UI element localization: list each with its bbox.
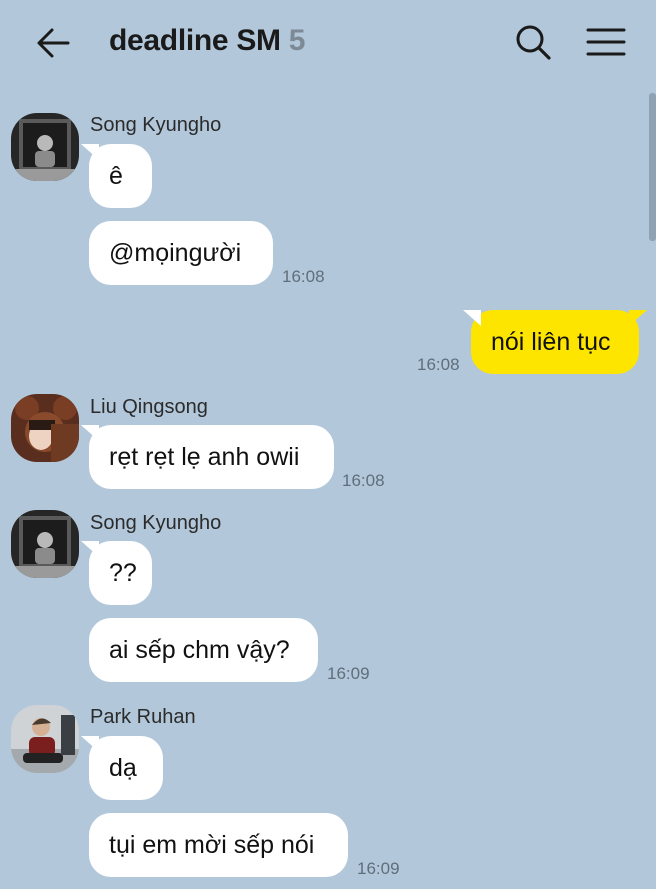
avatar-song-kyungho[interactable] <box>11 510 79 578</box>
message-bubble[interactable]: tụi em mời sếp nói <box>89 813 348 877</box>
chat-header: deadline SM 5 <box>0 0 656 88</box>
message-text: ê <box>109 162 123 190</box>
message-bubble[interactable]: ?? <box>81 541 152 605</box>
arrow-left-icon <box>37 28 70 58</box>
message-time: 16:09 <box>327 664 370 683</box>
message-text: ?? <box>109 559 137 587</box>
back-button[interactable] <box>30 22 76 64</box>
message-text: dạ <box>109 754 137 782</box>
message-bubble[interactable]: ê <box>81 144 152 208</box>
sender-name: Song Kyungho <box>90 512 222 534</box>
message-text: nói liên tục <box>491 328 611 356</box>
message-text: rẹt rẹt lẹ anh owii <box>109 443 300 471</box>
message-time: 16:08 <box>282 267 325 286</box>
avatar-song-kyungho[interactable] <box>11 113 79 181</box>
message-text: tụi em mời sếp nói <box>109 831 315 859</box>
message-text: ai sếp chm vậy? <box>109 636 290 664</box>
sender-name: Park Ruhan <box>90 706 196 728</box>
avatar-park-ruhan[interactable] <box>11 705 79 773</box>
sender-name: Song Kyungho <box>90 114 222 136</box>
search-icon <box>516 25 551 60</box>
message-time: 16:08 <box>417 355 460 374</box>
member-count: 5 <box>288 24 306 57</box>
message-bubble[interactable]: ai sếp chm vậy? <box>89 618 318 682</box>
menu-button[interactable] <box>583 22 629 62</box>
my-message-bubble[interactable]: nói liên tục <box>463 310 647 374</box>
hamburger-menu-icon <box>586 28 626 56</box>
message-text: @mọingười <box>109 239 242 267</box>
message-bubble[interactable]: @mọingười <box>89 221 273 285</box>
sender-name: Liu Qingsong <box>90 396 208 418</box>
scrollbar[interactable] <box>649 93 656 241</box>
message-bubble[interactable]: dạ <box>81 736 163 800</box>
avatar-liu-qingsong[interactable] <box>11 394 79 462</box>
message-time: 16:09 <box>357 859 400 878</box>
message-time: 16:08 <box>342 471 385 490</box>
chat-name: deadline SM <box>109 24 281 57</box>
search-button[interactable] <box>511 20 555 64</box>
chat-title: deadline SM 5 <box>109 24 305 58</box>
message-bubble[interactable]: rẹt rẹt lẹ anh owii <box>81 425 334 489</box>
